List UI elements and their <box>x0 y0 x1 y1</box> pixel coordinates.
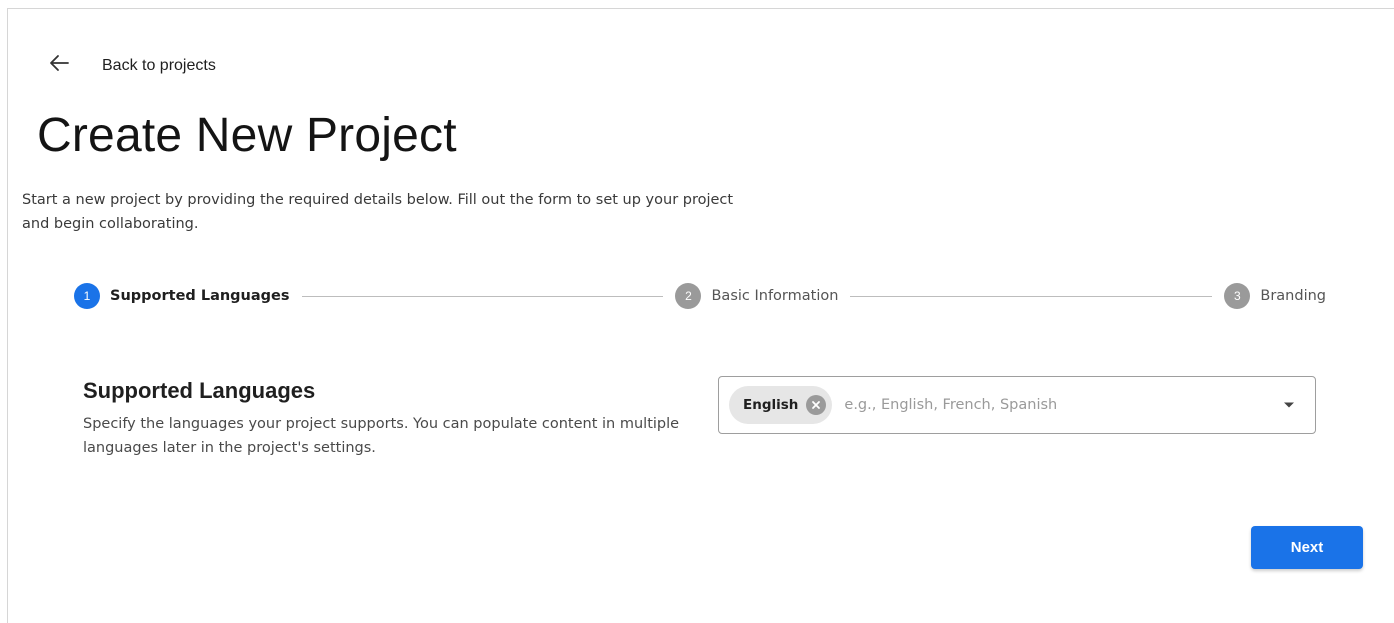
back-to-projects-link[interactable]: Back to projects <box>48 52 216 79</box>
chip-label: English <box>743 397 799 413</box>
page-title: Create New Project <box>37 109 457 162</box>
step-number-badge: 1 <box>74 283 100 309</box>
section-title: Supported Languages <box>83 378 316 403</box>
step-connector <box>301 295 664 297</box>
next-button[interactable]: Next <box>1251 526 1363 569</box>
page-description: Start a new project by providing the req… <box>22 192 734 232</box>
step-number-badge: 3 <box>1224 283 1251 309</box>
back-link-label: Back to projects <box>102 56 216 74</box>
step-label: Branding <box>1260 288 1327 304</box>
step-connector <box>850 295 1213 297</box>
arrow-left-icon <box>48 52 70 79</box>
supported-languages-select[interactable]: English <box>718 376 1316 434</box>
step-basic-information[interactable]: 2 Basic Information <box>675 283 838 309</box>
step-label: Supported Languages <box>110 288 290 304</box>
step-number-badge: 2 <box>675 283 702 309</box>
page-frame <box>7 8 1394 623</box>
language-chip-english: English <box>729 386 833 424</box>
section-description: Specify the languages your project suppo… <box>83 416 680 456</box>
step-supported-languages[interactable]: 1 Supported Languages <box>74 283 290 309</box>
progress-stepper: 1 Supported Languages 2 Basic Informatio… <box>74 283 1326 309</box>
step-branding[interactable]: 3 Branding <box>1224 283 1326 309</box>
caret-down-icon[interactable] <box>1269 401 1309 409</box>
language-search-input[interactable] <box>844 397 1269 413</box>
close-circle-icon[interactable] <box>806 395 827 415</box>
step-label: Basic Information <box>711 288 839 304</box>
